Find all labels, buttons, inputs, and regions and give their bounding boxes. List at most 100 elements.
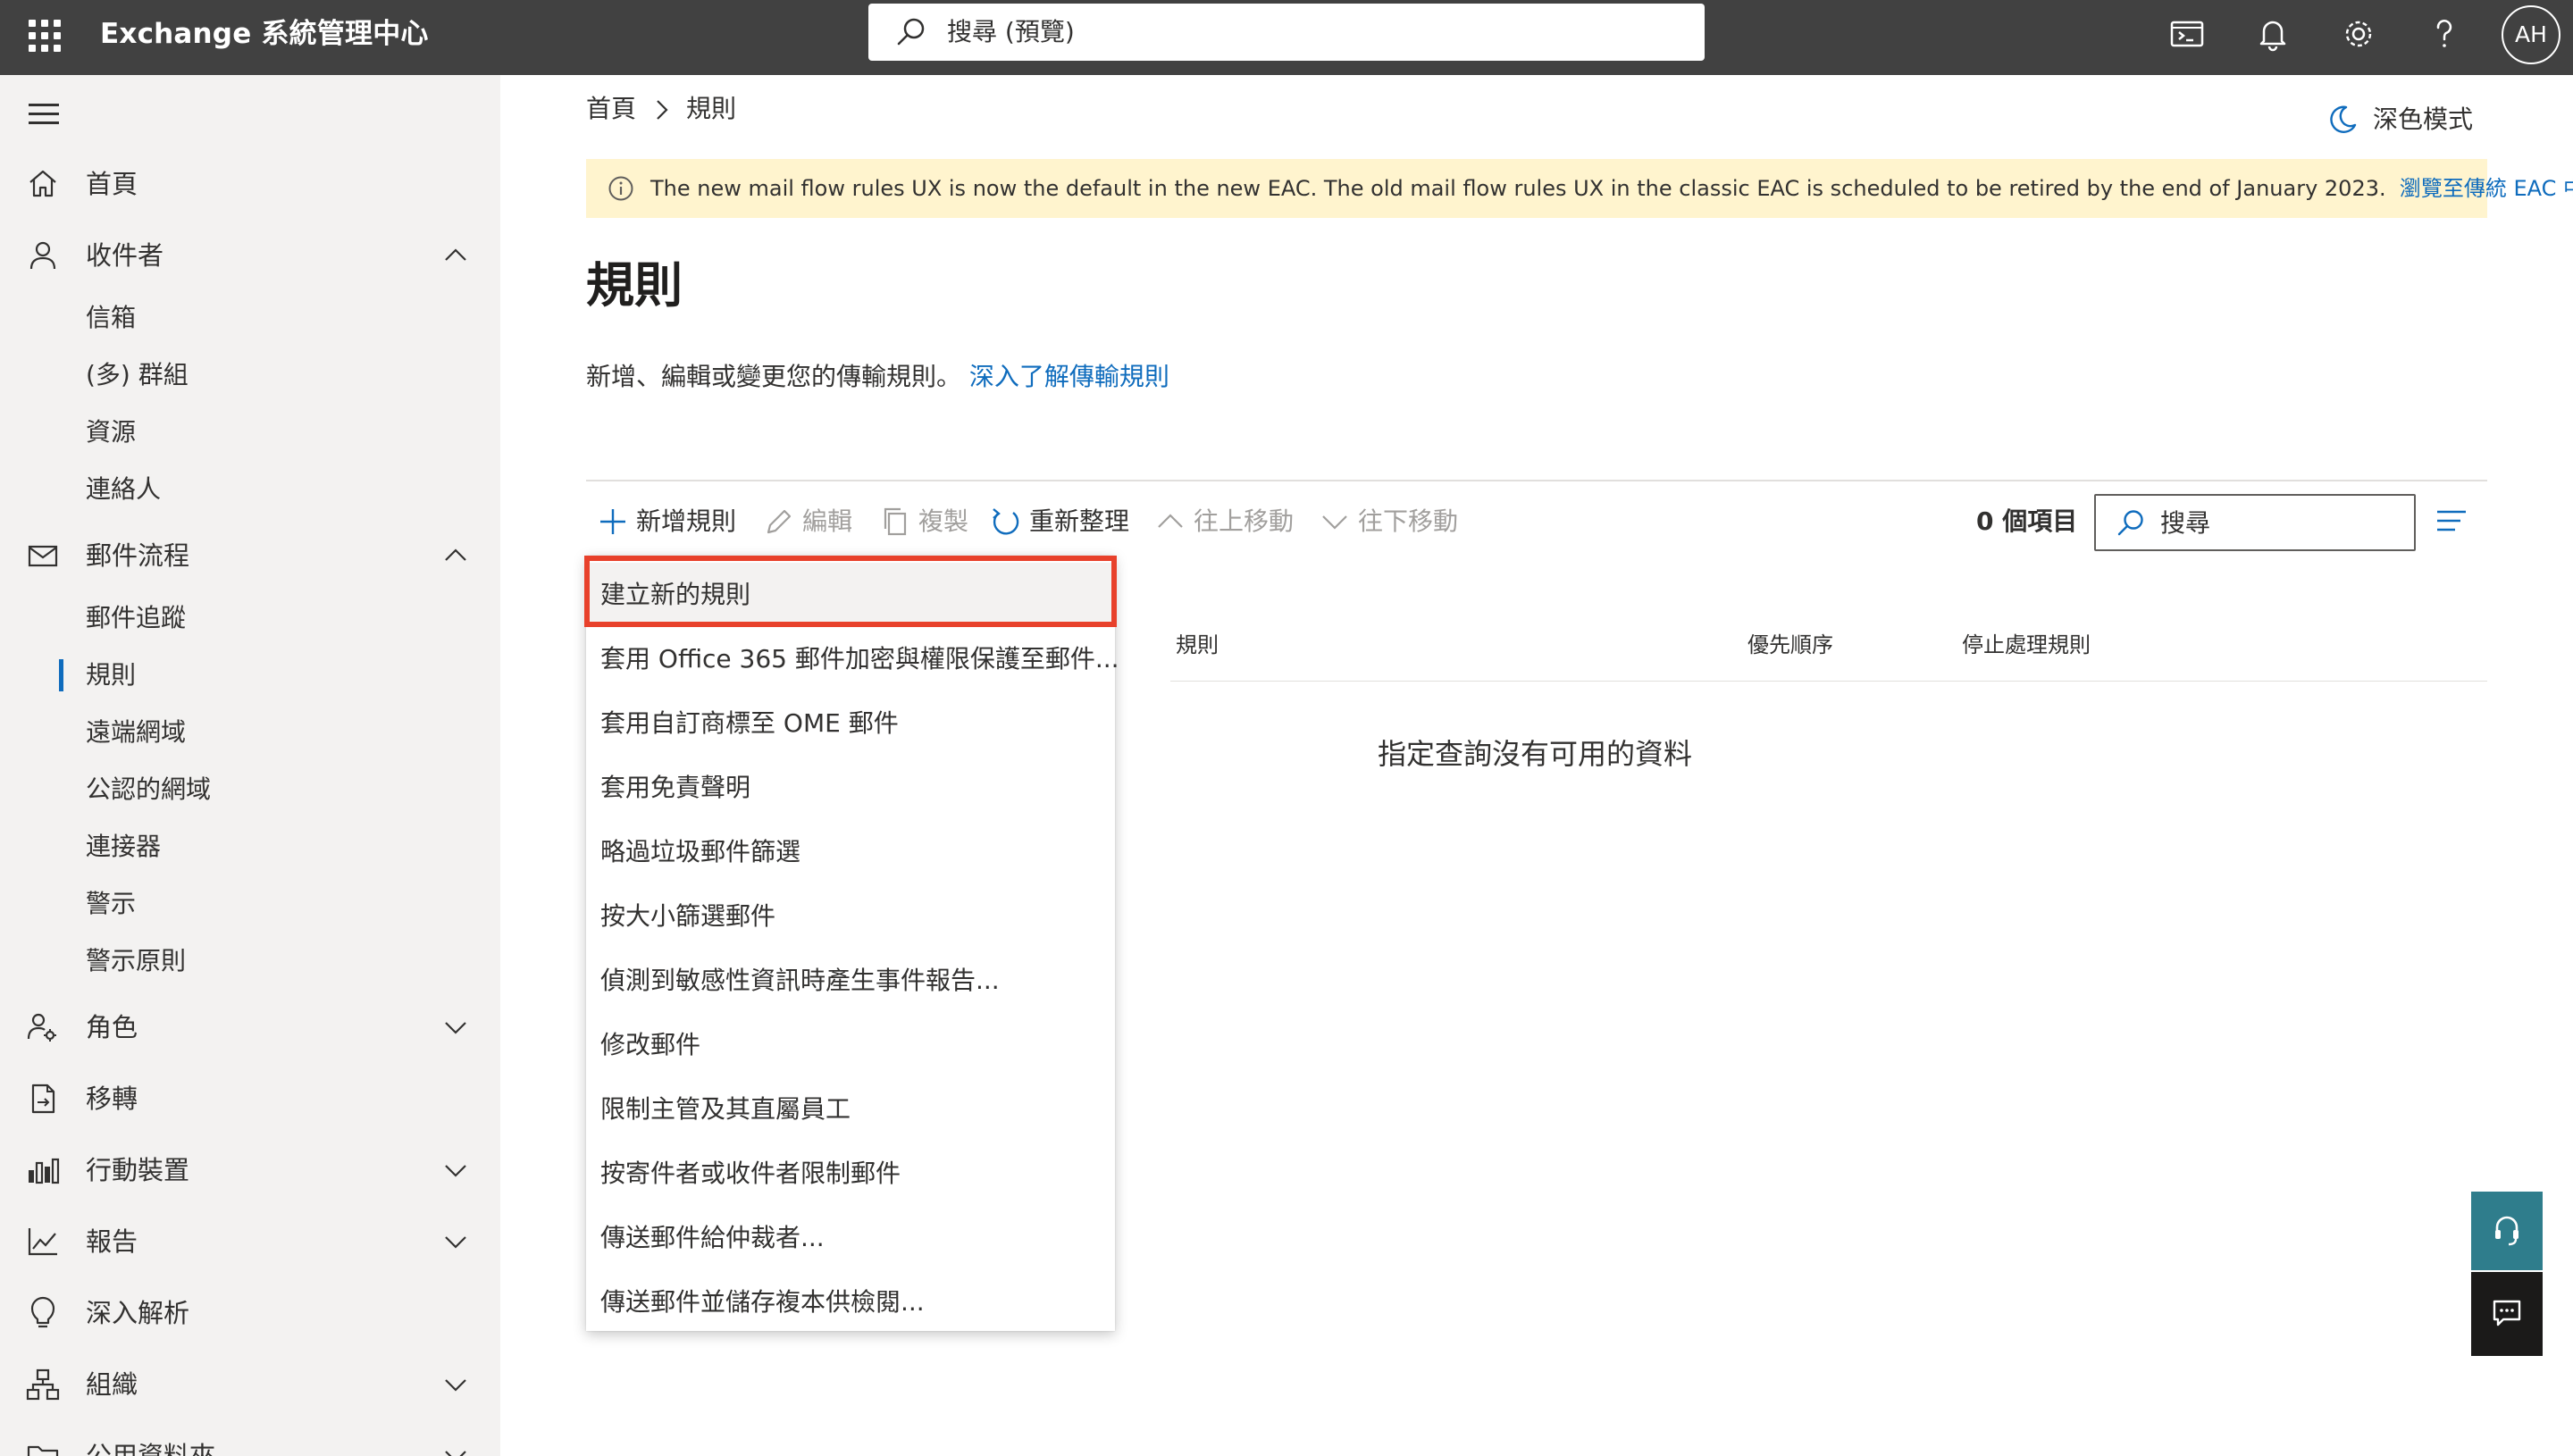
copy-button[interactable]: 複製: [879, 502, 977, 541]
move-up-button[interactable]: 往上移動: [1154, 502, 1297, 541]
chevron-up-icon[interactable]: [443, 243, 468, 268]
sidebar-subitem-mailboxes[interactable]: 信箱: [0, 293, 500, 343]
menu-item-apply-custom-branding[interactable]: 套用自訂商標至 OME 郵件: [586, 691, 1115, 756]
org-icon: [26, 1368, 60, 1401]
sidebar-subitem-contacts[interactable]: 連絡人: [0, 464, 500, 515]
learn-more-link[interactable]: 深入了解傳輸規則: [969, 362, 1169, 391]
sidebar-subitem-resources[interactable]: 資源: [0, 407, 500, 457]
sidebar-item-public-folders[interactable]: 公用資料夾: [0, 1427, 500, 1456]
chat-icon: [2493, 1300, 2521, 1326]
sidebar-item-label: 移轉: [86, 1084, 138, 1114]
sidebar-item-insights[interactable]: 深入解析: [0, 1284, 500, 1338]
sidebar-subitem-groups[interactable]: (多) 群組: [0, 350, 500, 400]
sidebar-item-label: 行動裝置: [86, 1155, 190, 1185]
banner-text: The new mail flow rules UX is now the de…: [650, 176, 2386, 201]
sidebar-item-label: 公用資料夾: [86, 1441, 216, 1456]
breadcrumb-current: 規則: [686, 94, 737, 123]
sidebar-item-recipients[interactable]: 收件者: [0, 227, 500, 280]
chevron-down-icon[interactable]: [443, 1372, 468, 1397]
menu-item-bypass-spam-filtering[interactable]: 略過垃圾郵件篩選: [586, 820, 1115, 884]
menu-item-filter-by-size[interactable]: 按大小篩選郵件: [586, 884, 1115, 949]
column-header-rule[interactable]: 規則: [1176, 629, 1219, 661]
global-search-box[interactable]: 搜尋 (預覽): [868, 4, 1705, 61]
folder-icon: [27, 1445, 59, 1456]
terminal-icon[interactable]: [2167, 14, 2207, 54]
menu-item-restrict-by-sender-recipient[interactable]: 按寄件者或收件者限制郵件: [586, 1142, 1115, 1206]
column-header-priority[interactable]: 優先順序: [1747, 629, 1833, 661]
menu-item-apply-disclaimer[interactable]: 套用免責聲明: [586, 756, 1115, 820]
search-icon: [2117, 510, 2143, 536]
menu-item-incident-report[interactable]: 偵測到敏感性資訊時產生事件報告...: [586, 949, 1115, 1013]
chevron-up-icon[interactable]: [443, 543, 468, 568]
classic-eac-link[interactable]: 瀏覽至傳統 EAC 中的舊版本。: [2400, 176, 2573, 201]
menu-item-send-and-keep-copy[interactable]: 傳送郵件並儲存複本供檢閱...: [586, 1270, 1115, 1335]
help-icon[interactable]: [2425, 14, 2464, 54]
refresh-label: 重新整理: [1029, 506, 1130, 536]
bell-icon[interactable]: [2253, 14, 2292, 54]
edit-button[interactable]: 編輯: [763, 502, 879, 541]
sidebar-item-organization[interactable]: 組織: [0, 1356, 500, 1410]
sidebar-subitem-connectors[interactable]: 連接器: [0, 822, 500, 872]
sidebar-subitem-alerts[interactable]: 警示: [0, 879, 500, 929]
home-icon: [29, 170, 56, 197]
menu-item-send-to-moderator[interactable]: 傳送郵件給仲裁者...: [586, 1206, 1115, 1270]
sidebar-subitem-alert-policies[interactable]: 警示原則: [0, 936, 500, 986]
column-header-stop-processing[interactable]: 停止處理規則: [1962, 629, 2091, 661]
sidebar-item-label: 收件者: [86, 240, 164, 271]
help-support-button[interactable]: [2471, 1192, 2543, 1270]
menu-item-modify-messages[interactable]: 修改郵件: [586, 1013, 1115, 1077]
chevron-down-icon[interactable]: [443, 1015, 468, 1040]
moon-icon: [2330, 105, 2357, 133]
menu-item-apply-ome-encryption[interactable]: 套用 Office 365 郵件加密與權限保護至郵件...: [586, 627, 1119, 691]
sidebar: 首頁 收件者 信箱 (多) 群組 資源 連絡人 郵件流程 郵件追蹤 規則 遠端網…: [0, 75, 500, 1456]
pencil-icon: [767, 509, 792, 534]
chevron-right-icon: [657, 100, 668, 120]
chevron-down-icon[interactable]: [443, 1158, 468, 1183]
app-title[interactable]: Exchange 系統管理中心: [100, 16, 429, 52]
sidebar-item-roles[interactable]: 角色: [0, 999, 500, 1052]
sidebar-item-home[interactable]: 首頁: [0, 155, 500, 209]
chevron-up-icon: [1158, 514, 1183, 528]
chevron-down-icon[interactable]: [443, 1229, 468, 1254]
copy-label: 複製: [918, 506, 969, 536]
empty-state-message: 指定查詢沒有可用的資料: [1378, 737, 1693, 771]
sidebar-item-label: 組織: [86, 1369, 138, 1400]
chart-icon: [28, 1228, 57, 1256]
headset-icon: [2495, 1216, 2519, 1246]
move-up-label: 往上移動: [1194, 506, 1295, 536]
list-search-placeholder: 搜尋: [2160, 508, 2211, 538]
mail-icon: [28, 545, 58, 567]
hamburger-menu-icon[interactable]: [29, 102, 59, 127]
edit-label: 編輯: [802, 506, 853, 536]
global-search-placeholder[interactable]: 搜尋 (預覽): [947, 16, 1075, 48]
feedback-button[interactable]: [2471, 1272, 2543, 1356]
banner-message: The new mail flow rules UX is now the de…: [650, 172, 2573, 205]
app-launcher-icon[interactable]: [25, 16, 61, 52]
menu-item-restrict-managers[interactable]: 限制主管及其直屬員工: [586, 1077, 1115, 1142]
sidebar-item-mobile[interactable]: 行動裝置: [0, 1142, 500, 1195]
sidebar-subitem-remote-domains[interactable]: 遠端網域: [0, 707, 500, 757]
refresh-button[interactable]: 重新整理: [990, 502, 1133, 541]
info-banner: The new mail flow rules UX is now the de…: [586, 159, 2573, 218]
sidebar-subitem-accepted-domains[interactable]: 公認的網域: [0, 765, 500, 815]
sidebar-item-label: 郵件流程: [86, 540, 190, 571]
breadcrumb-home[interactable]: 首頁: [586, 91, 636, 127]
sidebar-item-mail-flow[interactable]: 郵件流程: [0, 527, 500, 581]
list-search-input[interactable]: 搜尋: [2094, 494, 2416, 551]
refresh-icon: [993, 508, 1019, 535]
dark-mode-toggle[interactable]: 深色模式: [2326, 100, 2478, 139]
info-icon: [608, 176, 633, 201]
chevron-down-icon[interactable]: [443, 1443, 468, 1456]
gear-icon[interactable]: [2339, 14, 2378, 54]
move-down-button[interactable]: 往下移動: [1319, 502, 1462, 541]
sidebar-item-label: 角色: [86, 1012, 138, 1042]
sidebar-subitem-rules[interactable]: 規則: [0, 650, 500, 700]
filter-icon[interactable]: [2434, 506, 2469, 536]
sidebar-item-reports[interactable]: 報告: [0, 1213, 500, 1267]
add-rule-button[interactable]: 新增規則: [597, 502, 750, 541]
active-indicator: [59, 659, 63, 691]
page-description-text: 新增、編輯或變更您的傳輸規則。: [586, 362, 962, 391]
sidebar-subitem-message-trace[interactable]: 郵件追蹤: [0, 593, 500, 643]
sidebar-item-migration[interactable]: 移轉: [0, 1070, 500, 1124]
user-avatar[interactable]: AH: [2502, 5, 2560, 64]
